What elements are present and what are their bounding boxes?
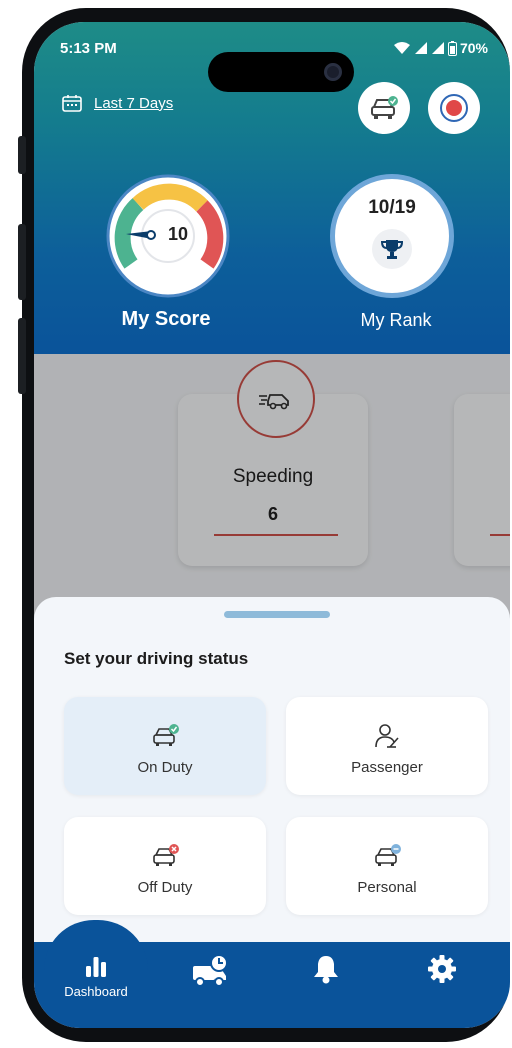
- score-gauge[interactable]: 10: [106, 174, 230, 298]
- vehicle-status-button[interactable]: [358, 82, 410, 134]
- option-label: Passenger: [351, 759, 423, 776]
- event-card-title: Speeding: [232, 466, 314, 487]
- sheet-grabber[interactable]: [224, 611, 330, 618]
- bell-icon: [314, 956, 338, 984]
- battery-percent: 70%: [459, 40, 488, 56]
- speeding-car-icon: [237, 360, 315, 438]
- rank-badge[interactable]: 10/19: [330, 174, 454, 298]
- option-passenger[interactable]: Passenger: [286, 697, 488, 795]
- option-off-duty[interactable]: Off Duty: [64, 817, 266, 915]
- nav-settings[interactable]: [402, 954, 482, 1014]
- nav-trips[interactable]: [170, 954, 250, 1014]
- option-label: Personal: [357, 879, 417, 896]
- wifi-icon: [393, 42, 410, 54]
- side-button: [18, 224, 26, 300]
- trophy-icon: [372, 229, 412, 269]
- nav-notifications[interactable]: [286, 954, 366, 1014]
- side-button: [18, 318, 26, 394]
- rank-value: 10/19: [368, 197, 416, 218]
- event-card-underline: [490, 534, 510, 536]
- nav-dashboard-label: Dashboard: [64, 984, 128, 999]
- period-label: Last 7 Days: [94, 94, 174, 112]
- event-card-value: 6: [267, 504, 278, 524]
- signal-icon: [414, 42, 427, 54]
- signal-icon: [431, 42, 444, 54]
- nav-dashboard[interactable]: Dashboard: [56, 954, 136, 1014]
- truck-clock-icon: [193, 954, 228, 987]
- option-on-duty[interactable]: On Duty: [64, 697, 266, 795]
- status-time: 5:13 PM: [60, 40, 117, 57]
- car-check-icon: [153, 724, 179, 746]
- option-label: Off Duty: [137, 879, 193, 896]
- passenger-icon: [375, 724, 399, 748]
- gear-icon: [428, 955, 456, 983]
- event-card-next[interactable]: [454, 394, 510, 566]
- score-label: My Score: [121, 308, 211, 330]
- score-header: 5:13 PM 70% Last 7 Days 10 My Score 10/1…: [34, 22, 510, 354]
- bottom-nav: Dashboard: [34, 920, 510, 1028]
- car-check-icon: [371, 96, 398, 119]
- bar-chart-icon: [86, 957, 106, 977]
- battery-icon: [447, 40, 457, 56]
- calendar-icon: [62, 95, 82, 112]
- camera-lens: [324, 63, 342, 81]
- score-value: 10: [168, 224, 189, 244]
- rank-label: My Rank: [360, 310, 432, 330]
- dynamic-island: [208, 52, 354, 92]
- record-button[interactable]: [428, 82, 480, 134]
- option-label: On Duty: [137, 759, 193, 776]
- status-icons: 70%: [393, 40, 488, 56]
- app-screen: 5:13 PM 70% Last 7 Days 10 My Score 10/1…: [34, 22, 510, 1028]
- car-minus-icon: [375, 844, 401, 866]
- car-x-icon: [153, 844, 179, 866]
- option-personal[interactable]: Personal: [286, 817, 488, 915]
- event-card-underline: [214, 534, 338, 536]
- sheet-title: Set your driving status: [64, 649, 249, 668]
- side-button: [18, 136, 26, 174]
- period-selector[interactable]: Last 7 Days: [62, 94, 173, 112]
- record-icon: [440, 94, 468, 122]
